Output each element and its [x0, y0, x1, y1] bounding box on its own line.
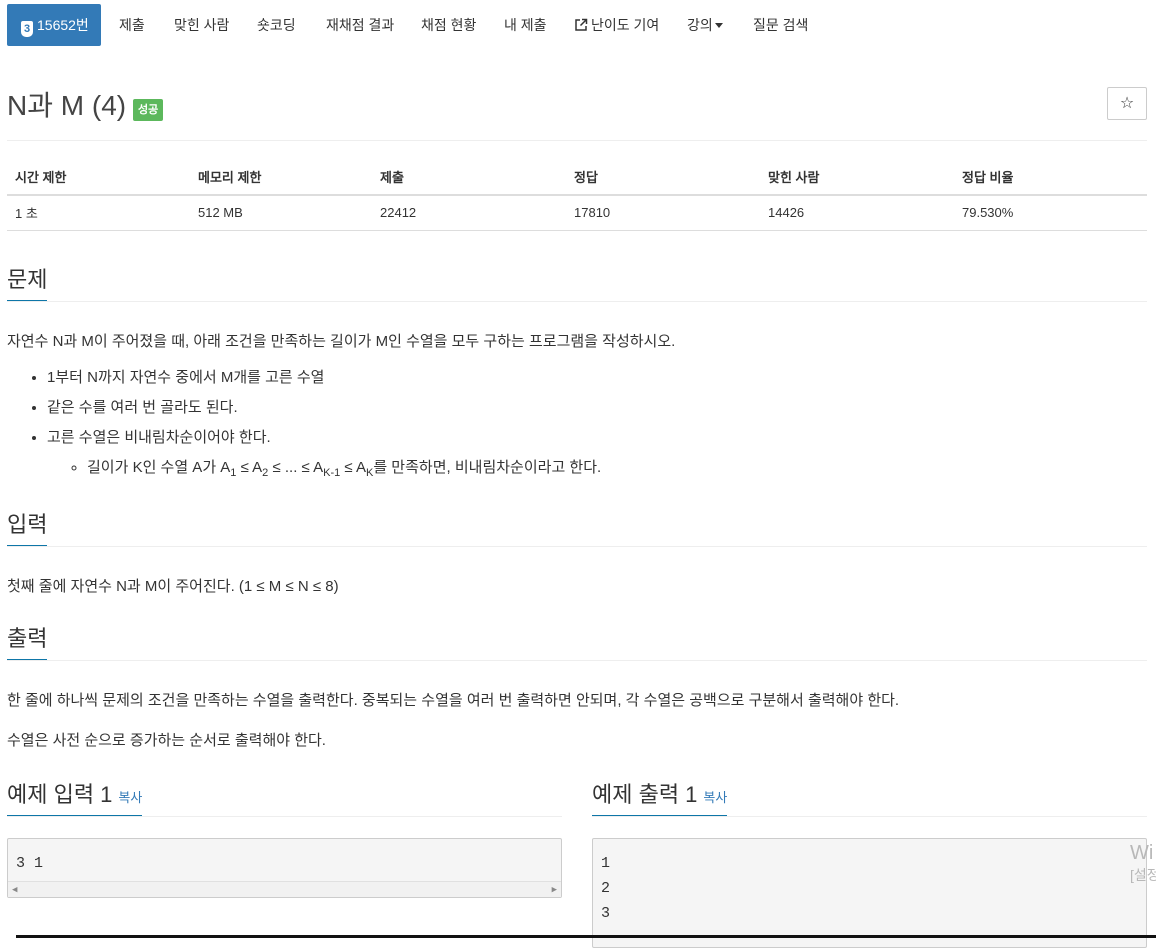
- table-row: 1 초 512 MB 22412 17810 14426 79.530%: [7, 195, 1147, 231]
- description-section-header: 문제: [7, 262, 1147, 302]
- header-memory-limit: 메모리 제한: [190, 158, 372, 196]
- watermark-line-2: [설정: [1130, 867, 1156, 883]
- nav-question-search[interactable]: 질문 검색: [753, 4, 808, 46]
- problem-menu: 3 15652번 제출 맞힌 사람 숏코딩 재채점 결과 채점 현황 내 제출 난…: [0, 0, 1156, 48]
- memory-limit-value: 512 MB: [190, 195, 372, 231]
- status-badge: 성공: [133, 99, 164, 121]
- description-text: 자연수 N과 M이 주어졌을 때, 아래 조건을 만족하는 길이가 M인 수열을…: [7, 333, 676, 350]
- sample-input-title: 예제 입력 1: [7, 782, 113, 807]
- nav-judge-status[interactable]: 채점 현황: [421, 4, 476, 46]
- time-limit-value: 1 초: [7, 195, 190, 231]
- output-text-1: 한 줄에 하나씩 문제의 조건을 만족하는 수열을 출력한다. 중복되는 수열을…: [7, 692, 900, 709]
- problem-title: N과 M (4): [7, 90, 127, 121]
- copy-input-link[interactable]: 복사: [118, 790, 142, 805]
- nav-my-submissions[interactable]: 내 제출: [504, 4, 547, 46]
- section-divider: [7, 546, 1147, 547]
- sample-input-title-wrap: 예제 입력 1 복사: [7, 777, 143, 817]
- section-divider: [7, 816, 562, 817]
- solved-users-value: 14426: [760, 195, 954, 231]
- caret-down-icon: [714, 23, 723, 28]
- header-solved-users: 맞힌 사람: [760, 158, 954, 196]
- sample-output-text: 1 2 3: [601, 855, 611, 922]
- ratio-value: 79.530%: [954, 195, 1147, 231]
- list-item: 1부터 N까지 자연수 중에서 M개를 고른 수열: [47, 368, 601, 388]
- sample-output-box[interactable]: 1 2 3: [592, 838, 1147, 948]
- nav-solved-users[interactable]: 맞힌 사람: [174, 4, 229, 46]
- problem-id: 15652번: [37, 17, 89, 33]
- header-ratio: 정답 비율: [954, 158, 1147, 196]
- output-title: 출력: [7, 621, 48, 661]
- nav-lectures-label: 강의: [687, 17, 713, 33]
- scroll-left-icon[interactable]: ◀: [12, 885, 17, 895]
- section-divider: [592, 816, 1147, 817]
- section-divider: [7, 660, 1147, 661]
- title-divider: [7, 140, 1147, 141]
- list-item: 길이가 K인 수열 A가 A1 ≤ A2 ≤ ... ≤ AK-1 ≤ AK를 …: [87, 458, 601, 483]
- subscript: K-1: [323, 467, 341, 479]
- sub-text-mid: ≤ ... ≤ A: [268, 459, 324, 476]
- table-header-row: 시간 제한 메모리 제한 제출 정답 맞힌 사람 정답 비율: [7, 158, 1147, 196]
- horizontal-scrollbar[interactable]: ◀ ▶: [8, 881, 561, 897]
- sample-output-title-wrap: 예제 출력 1 복사: [592, 777, 728, 817]
- sub-text-suffix: 를 만족하면, 비내림차순이라고 한다.: [373, 459, 602, 476]
- nav-difficulty-contribution[interactable]: 난이도 기여: [574, 4, 659, 46]
- submissions-value: 22412: [372, 195, 566, 231]
- nav-lectures-dropdown[interactable]: 강의: [687, 4, 723, 46]
- nav-problem-tab[interactable]: 3 15652번: [7, 4, 101, 46]
- header-correct: 정답: [566, 158, 760, 196]
- input-title: 입력: [7, 507, 48, 547]
- sub-text-prefix: 길이가 K인 수열 A가 A: [87, 459, 231, 476]
- nav-rejudge-results[interactable]: 재채점 결과: [326, 4, 394, 46]
- sub-condition-list: 길이가 K인 수열 A가 A1 ≤ A2 ≤ ... ≤ AK-1 ≤ AK를 …: [47, 458, 601, 483]
- output-text-2: 수열은 사전 순으로 증가하는 순서로 출력해야 한다.: [7, 732, 326, 749]
- section-divider: [7, 301, 1147, 302]
- sub-text-le: ≤ A: [340, 459, 366, 476]
- correct-value: 17810: [566, 195, 760, 231]
- header-submissions: 제출: [372, 158, 566, 196]
- condition-list: 1부터 N까지 자연수 중에서 M개를 고른 수열 같은 수를 여러 번 골라도…: [7, 368, 601, 493]
- header-time-limit: 시간 제한: [7, 158, 190, 196]
- output-section-header: 출력: [7, 621, 1147, 661]
- copy-output-link[interactable]: 복사: [703, 790, 727, 805]
- sample-output-title: 예제 출력 1: [592, 782, 698, 807]
- list-item-text: 고른 수열은 비내림차순이어야 한다.: [47, 429, 271, 446]
- sample-input-box[interactable]: 3 1 ◀ ▶: [7, 838, 562, 898]
- tier-icon: 3: [21, 21, 33, 37]
- windows-activation-watermark: Wi [설정: [1130, 842, 1156, 886]
- external-link-icon: [575, 18, 588, 31]
- sub-text-le: ≤ A: [236, 459, 263, 476]
- favorite-star-button[interactable]: ☆: [1107, 87, 1147, 120]
- list-item: 같은 수를 여러 번 골라도 된다.: [47, 398, 601, 418]
- nav-difficulty-label: 난이도 기여: [591, 17, 660, 33]
- watermark-line-1: Wi: [1130, 842, 1154, 864]
- input-section-header: 입력: [7, 507, 1147, 547]
- sample-input-header: 예제 입력 1 복사: [7, 777, 562, 817]
- nav-submit[interactable]: 제출: [119, 4, 145, 46]
- nav-short-coding[interactable]: 숏코딩: [257, 4, 296, 46]
- input-text: 첫째 줄에 자연수 N과 M이 주어진다. (1 ≤ M ≤ N ≤ 8): [7, 578, 339, 595]
- star-icon: ☆: [1119, 95, 1135, 112]
- problem-info-table: 시간 제한 메모리 제한 제출 정답 맞힌 사람 정답 비율 1 초 512 M…: [7, 158, 1147, 231]
- sample-output-header: 예제 출력 1 복사: [592, 777, 1147, 817]
- description-title: 문제: [7, 262, 48, 302]
- list-item: 고른 수열은 비내림차순이어야 한다. 길이가 K인 수열 A가 A1 ≤ A2…: [47, 428, 601, 483]
- scroll-right-icon[interactable]: ▶: [552, 885, 557, 895]
